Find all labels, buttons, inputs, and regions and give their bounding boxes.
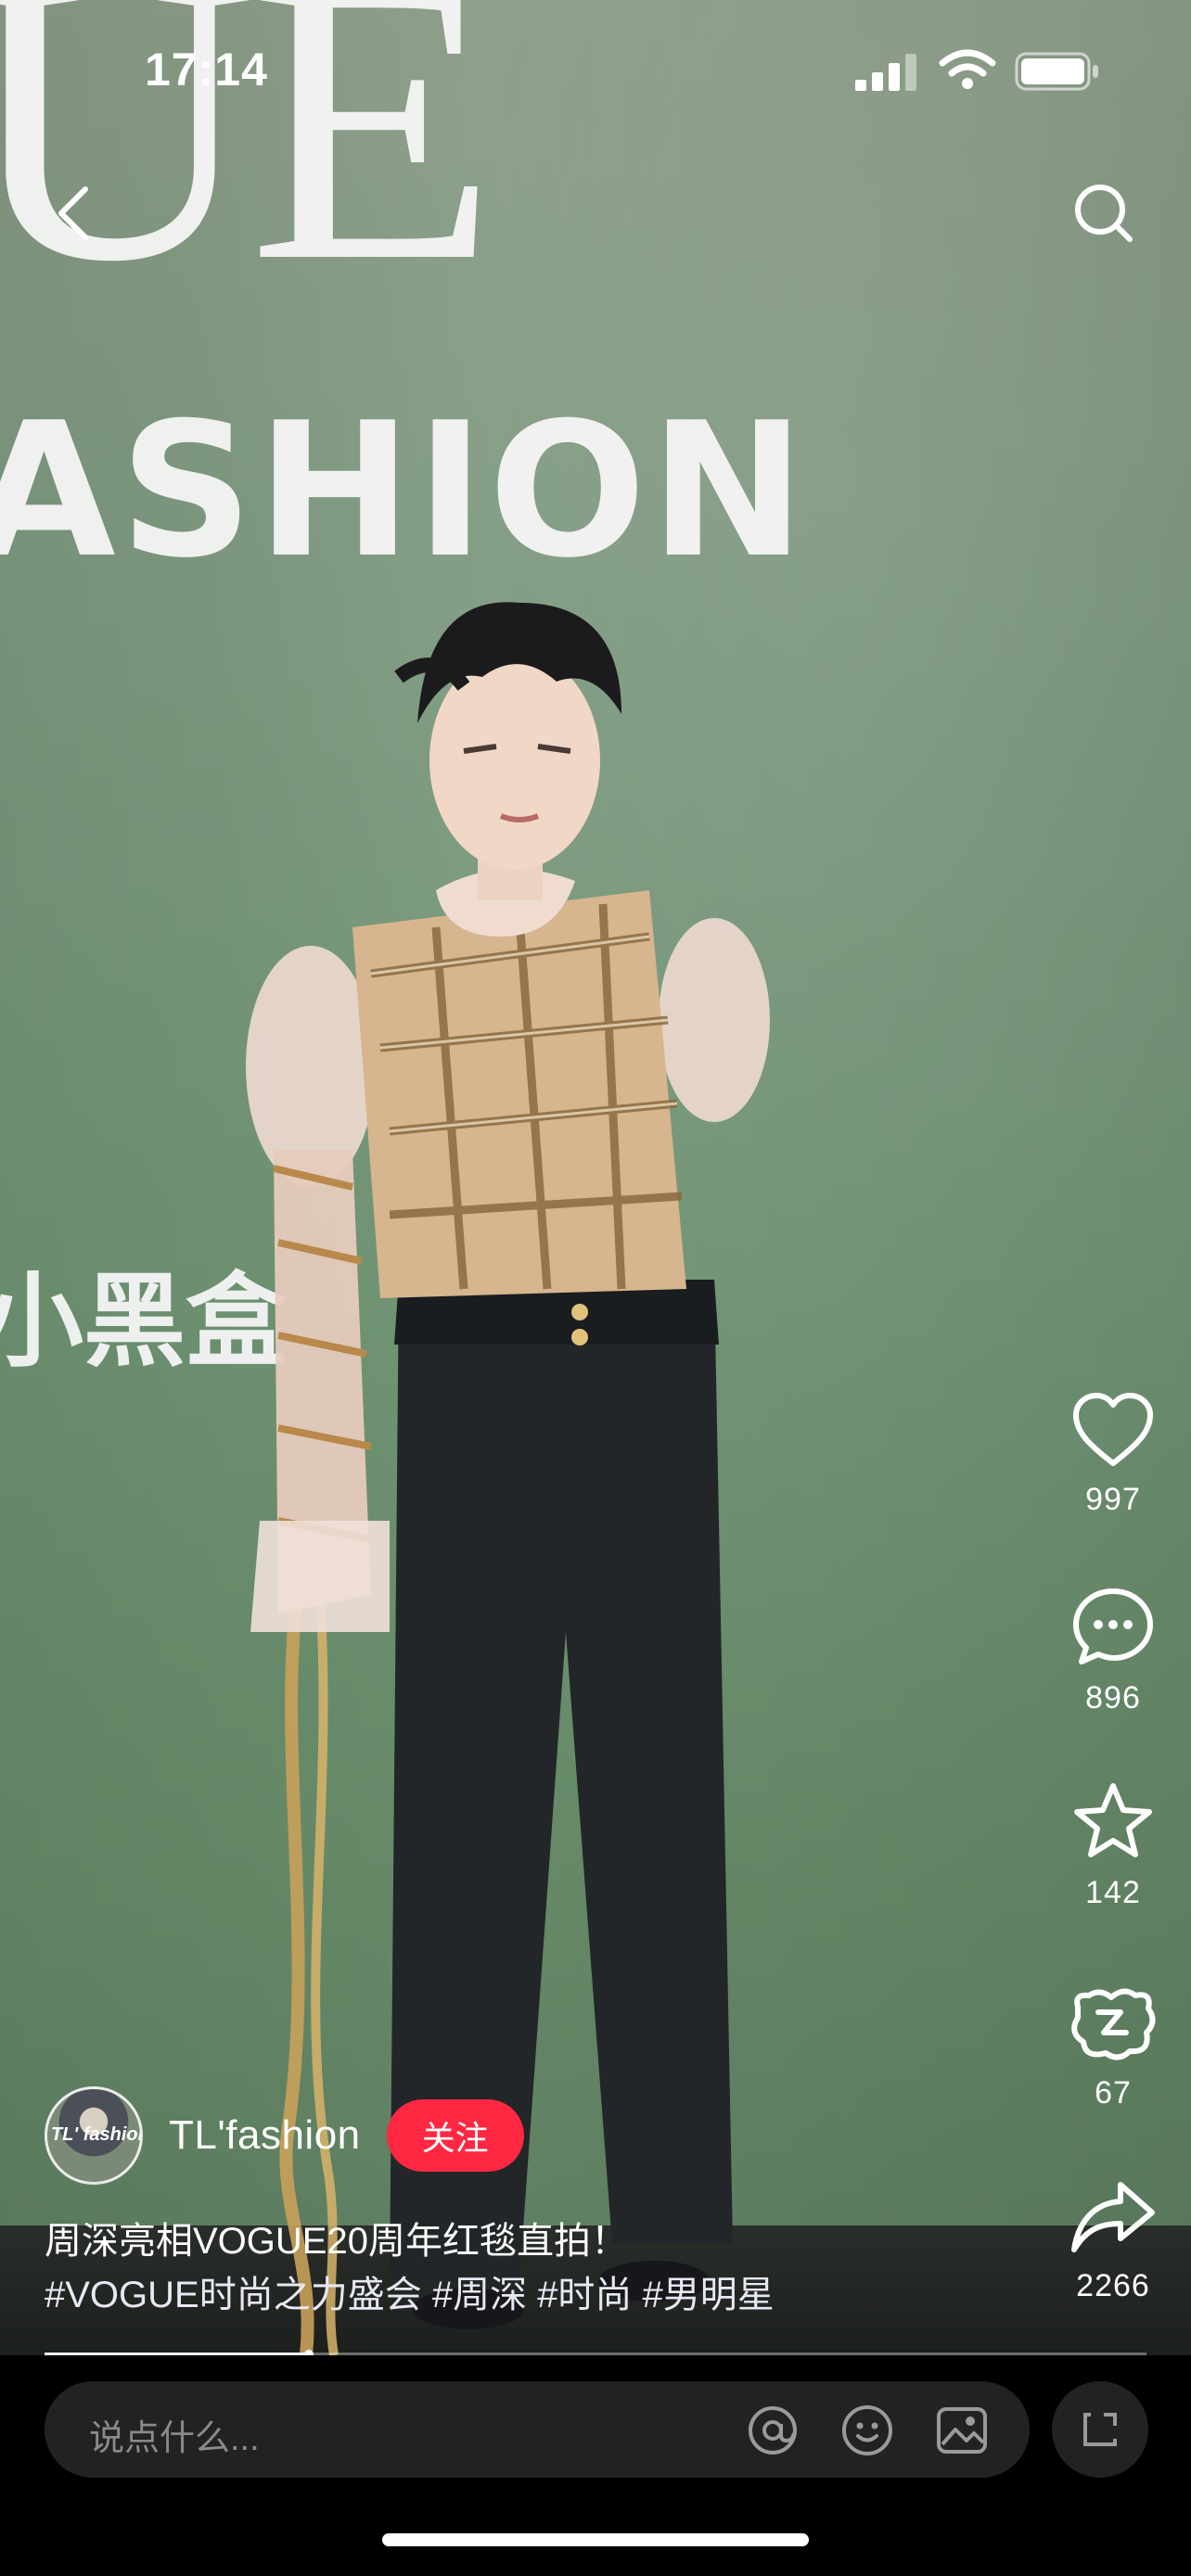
status-bar: 17:14 [0, 0, 1191, 139]
battery-icon [1015, 52, 1098, 91]
comment-input[interactable]: 说点什么... [45, 2381, 1030, 2478]
collect-count: 142 [1085, 1875, 1141, 1910]
like-button[interactable]: 997 [1048, 1391, 1178, 1518]
like-count: 997 [1085, 1482, 1141, 1517]
share-count: 2266 [1076, 2268, 1150, 2303]
caption-title: 周深亮相VOGUE20周年红毯直拍！ [45, 2221, 628, 2262]
gift-icon [1071, 1988, 1156, 2060]
emoji-icon[interactable] [840, 2404, 894, 2457]
avatar-label: TL' fashion [51, 2124, 143, 2145]
comment-placeholder: 说点什么... [89, 2419, 260, 2458]
avatar[interactable]: TL' fashion [45, 2086, 143, 2185]
wifi-icon [939, 49, 996, 89]
video-caption: 周深亮相VOGUE20周年红毯直拍！ #VOGUE时尚之力盛会 #周深 #时尚 … [45, 2214, 1009, 2322]
expand-button[interactable] [1052, 2381, 1148, 2478]
author-row: TL' fashion TL'fashion 关注 [45, 2086, 524, 2185]
star-icon [1074, 1783, 1152, 1857]
expand-icon [1083, 2413, 1117, 2446]
at-sign-icon[interactable] [746, 2404, 800, 2457]
status-time: 17:14 [145, 44, 268, 96]
comment-button[interactable]: 896 [1048, 1586, 1178, 1716]
cellular-signal-icon [855, 54, 916, 91]
comment-count: 896 [1085, 1680, 1141, 1715]
search-icon[interactable] [1067, 176, 1141, 250]
share-button[interactable]: 2266 [1048, 2177, 1178, 2304]
chat-bubble-icon [1073, 1588, 1153, 1664]
home-indicator [382, 2533, 809, 2546]
chevron-left-icon[interactable] [41, 176, 106, 250]
heart-icon [1073, 1393, 1153, 1466]
share-arrow-icon [1071, 2182, 1155, 2252]
image-icon[interactable] [935, 2404, 989, 2457]
person-figure [246, 602, 770, 2355]
collect-button[interactable]: 142 [1048, 1780, 1178, 1911]
gift-button[interactable]: 67 [1048, 1984, 1178, 2111]
video-player[interactable]: UE ASHION 小黑盒 [0, 0, 1191, 2355]
follow-button[interactable]: 关注 [386, 2099, 524, 2172]
gift-count: 67 [1095, 2075, 1132, 2111]
author-name[interactable]: TL'fashion [169, 2112, 361, 2159]
caption-hashtags[interactable]: #VOGUE时尚之力盛会 #周深 #时尚 #男明星 [45, 2268, 1009, 2322]
